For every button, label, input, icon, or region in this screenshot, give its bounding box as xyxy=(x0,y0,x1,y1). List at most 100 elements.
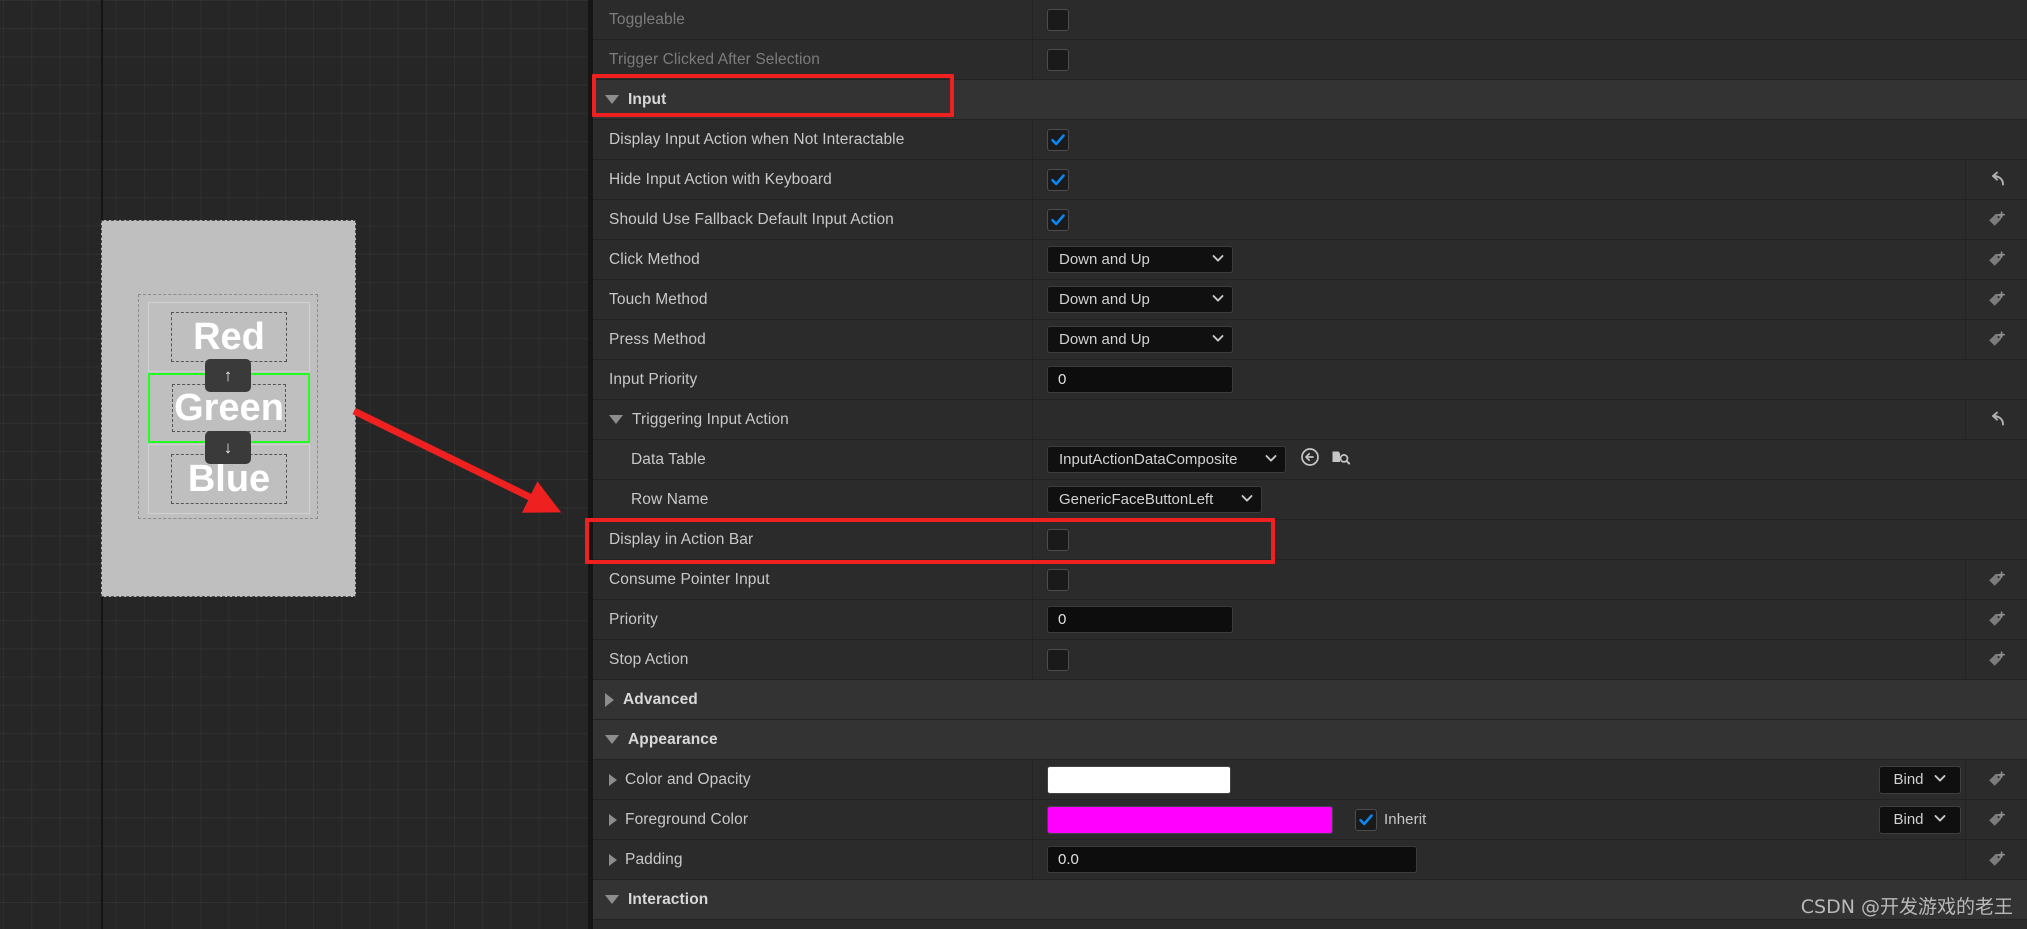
bind-button-color-and-opacity[interactable]: Bind xyxy=(1879,766,1961,794)
checkbox-display-in-action-bar[interactable] xyxy=(1047,529,1069,551)
create-keyframe-button[interactable] xyxy=(1965,560,2027,599)
asset-actions xyxy=(1300,447,1351,472)
chevron-right-icon[interactable] xyxy=(605,693,614,707)
row-label: Row Name xyxy=(631,491,708,509)
dropdown-touch-method[interactable]: Down and Up xyxy=(1047,286,1233,313)
checkbox-inherit[interactable] xyxy=(1355,809,1377,831)
row-label: Data Table xyxy=(631,451,706,469)
details-row-triggering-input-action[interactable]: Triggering Input Action xyxy=(593,400,2027,440)
chevron-down-icon[interactable] xyxy=(605,735,619,744)
chevron-down-icon xyxy=(1226,491,1254,509)
action-bar-badge-up[interactable]: ↑ xyxy=(205,359,251,392)
details-panel[interactable]: ToggleableTrigger Clicked After Selectio… xyxy=(588,0,2027,929)
details-row-should-use-fallback-default-input-action[interactable]: Should Use Fallback Default Input Action xyxy=(593,200,2027,240)
details-rows: ToggleableTrigger Clicked After Selectio… xyxy=(593,0,2027,920)
details-row-display-in-action-bar[interactable]: Display in Action Bar xyxy=(593,520,2027,560)
row-name-cell: Consume Pointer Input xyxy=(593,560,1033,599)
details-row-input[interactable]: Input xyxy=(593,80,2027,120)
action-bar-badge-down[interactable]: ↓ xyxy=(205,431,251,464)
create-keyframe-button[interactable] xyxy=(1965,600,2027,639)
details-row-toggleable[interactable]: Toggleable xyxy=(593,0,2027,40)
details-row-press-method[interactable]: Press Method Down and Up xyxy=(593,320,2027,360)
row-name-cell: Priority xyxy=(593,600,1033,639)
details-row-foreground-color[interactable]: Foreground ColorInheritBind xyxy=(593,800,2027,840)
details-row-appearance[interactable]: Appearance xyxy=(593,720,2027,760)
details-row-touch-method[interactable]: Touch Method Down and Up xyxy=(593,280,2027,320)
details-row-data-table[interactable]: Data Table InputActionDataComposite xyxy=(593,440,2027,480)
number-input-input-priority[interactable]: 0 xyxy=(1047,366,1233,393)
number-input-priority[interactable]: 0 xyxy=(1047,606,1233,633)
reset-to-default-button[interactable] xyxy=(1965,160,2027,199)
details-row-display-input-action-when-not-interactable[interactable]: Display Input Action when Not Interactab… xyxy=(593,120,2027,160)
chevron-down-icon[interactable] xyxy=(605,895,619,904)
create-keyframe-button[interactable] xyxy=(1965,640,2027,679)
reset-to-default-button[interactable] xyxy=(1965,400,2027,439)
widget-button-label: Blue xyxy=(188,460,270,498)
details-row-priority[interactable]: Priority 0 xyxy=(593,600,2027,640)
create-keyframe-button[interactable] xyxy=(1965,760,2027,799)
dropdown-value: GenericFaceButtonLeft xyxy=(1059,491,1213,508)
details-row-consume-pointer-input[interactable]: Consume Pointer Input xyxy=(593,560,2027,600)
dropdown-press-method[interactable]: Down and Up xyxy=(1047,326,1233,353)
dropdown-click-method[interactable]: Down and Up xyxy=(1047,246,1233,273)
details-row-color-and-opacity[interactable]: Color and Opacity Bind xyxy=(593,760,2027,800)
create-keyframe-button[interactable] xyxy=(1965,240,2027,279)
browse-content-icon[interactable] xyxy=(1331,447,1351,472)
checkbox-display-input-action-when-not-interactable[interactable] xyxy=(1047,129,1069,151)
checkbox-toggleable[interactable] xyxy=(1047,9,1069,31)
details-row-advanced[interactable]: Advanced xyxy=(593,680,2027,720)
row-name-cell: Color and Opacity xyxy=(593,760,1033,799)
row-label: Press Method xyxy=(609,331,706,349)
row-value-cell: 0.0 xyxy=(1033,840,2027,879)
create-keyframe-button[interactable] xyxy=(1965,840,2027,879)
checkbox-consume-pointer-input[interactable] xyxy=(1047,569,1069,591)
create-keyframe-button[interactable] xyxy=(1965,280,2027,319)
chevron-right-icon[interactable] xyxy=(609,774,617,786)
chevron-down-icon[interactable] xyxy=(609,415,623,424)
chevron-right-icon[interactable] xyxy=(609,854,617,866)
details-row-trigger-clicked-after-selection[interactable]: Trigger Clicked After Selection xyxy=(593,40,2027,80)
details-row-padding[interactable]: Padding0.0 xyxy=(593,840,2027,880)
details-row-click-method[interactable]: Click MethodDown and Up xyxy=(593,240,2027,280)
designer-viewport[interactable]: Red ↑ Green ↓ Blue xyxy=(0,0,588,929)
color-swatch-foreground-color[interactable] xyxy=(1047,806,1333,834)
row-value-cell xyxy=(1033,640,2027,679)
row-value-cell xyxy=(1033,120,2027,159)
checkbox-should-use-fallback-default-input-action[interactable] xyxy=(1047,209,1069,231)
row-name-cell: Toggleable xyxy=(593,0,1033,39)
row-label: Touch Method xyxy=(609,291,708,309)
browse-back-icon[interactable] xyxy=(1300,447,1320,472)
chevron-down-icon[interactable] xyxy=(605,95,619,104)
row-name-cell: Row Name xyxy=(593,480,1033,519)
details-row-hide-input-action-with-keyboard[interactable]: Hide Input Action with Keyboard xyxy=(593,160,2027,200)
row-value-cell xyxy=(1033,160,2027,199)
create-keyframe-button[interactable] xyxy=(1965,320,2027,359)
number-input-padding[interactable]: 0.0 xyxy=(1047,846,1417,873)
inherit-label: Inherit xyxy=(1384,811,1426,828)
row-value-cell: Down and Up xyxy=(1033,320,2027,359)
checkbox-stop-action[interactable] xyxy=(1047,649,1069,671)
widget-canvas-root[interactable]: Red ↑ Green ↓ Blue xyxy=(101,220,356,597)
color-swatch-color-and-opacity[interactable] xyxy=(1047,766,1231,794)
row-name-cell: Input Priority xyxy=(593,360,1033,399)
row-label: Display Input Action when Not Interactab… xyxy=(609,131,904,149)
checkbox-hide-input-action-with-keyboard[interactable] xyxy=(1047,169,1069,191)
create-keyframe-button[interactable] xyxy=(1965,800,2027,839)
details-row-stop-action[interactable]: Stop Action xyxy=(593,640,2027,680)
row-label: Color and Opacity xyxy=(625,771,751,789)
chevron-down-icon xyxy=(1197,291,1225,309)
widget-button-label: Red xyxy=(193,318,265,356)
vertical-box-container[interactable]: Red ↑ Green ↓ Blue xyxy=(138,294,318,519)
details-row-input-priority[interactable]: Input Priority 0 xyxy=(593,360,2027,400)
inherit-toggle[interactable]: Inherit xyxy=(1355,809,1426,831)
chevron-down-icon xyxy=(1197,331,1225,349)
row-value-cell: GenericFaceButtonLeft xyxy=(1033,480,2027,519)
checkbox-trigger-clicked-after-selection[interactable] xyxy=(1047,49,1069,71)
bind-button-label: Bind xyxy=(1893,771,1923,788)
dropdown-data-table[interactable]: InputActionDataComposite xyxy=(1047,446,1286,473)
details-row-row-name[interactable]: Row Name GenericFaceButtonLeft xyxy=(593,480,2027,520)
chevron-right-icon[interactable] xyxy=(609,814,617,826)
bind-button-foreground-color[interactable]: Bind xyxy=(1879,806,1961,834)
dropdown-row-name[interactable]: GenericFaceButtonLeft xyxy=(1047,486,1262,513)
create-keyframe-button[interactable] xyxy=(1965,200,2027,239)
